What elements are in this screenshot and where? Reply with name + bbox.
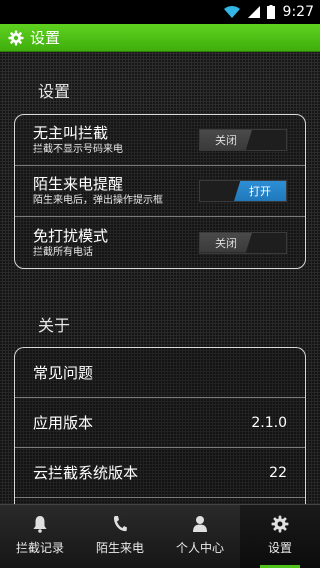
status-bar: 9:27 bbox=[0, 0, 320, 24]
setting-subtitle: 拦截不显示号码来电 bbox=[33, 144, 123, 155]
tab-label: 设置 bbox=[267, 541, 292, 555]
settings-heading: 设置 bbox=[38, 82, 71, 101]
toggle-label: 关闭 bbox=[200, 130, 252, 150]
setting-title: 免打扰模式 bbox=[33, 226, 109, 245]
bell-icon bbox=[33, 513, 47, 535]
no-caller-id-toggle[interactable]: 关闭 bbox=[199, 129, 287, 151]
about-label: 常见问题 bbox=[33, 364, 94, 382]
tab-settings[interactable]: 设置 bbox=[240, 505, 320, 568]
setting-subtitle: 陌生来电后，弹出操作提示框 bbox=[33, 195, 163, 206]
about-row-faq[interactable]: 常见问题 bbox=[15, 348, 305, 398]
person-icon bbox=[192, 513, 208, 535]
tab-block-records[interactable]: 拦截记录 bbox=[0, 505, 80, 568]
toggle-label: 打开 bbox=[234, 181, 286, 201]
about-row-cloud-version[interactable]: 云拦截系统版本 22 bbox=[15, 448, 305, 498]
tab-label: 个人中心 bbox=[175, 541, 224, 555]
page-title: 设置 bbox=[30, 29, 61, 47]
wifi-icon bbox=[223, 5, 241, 19]
tab-stranger-calls[interactable]: 陌生来电 bbox=[80, 505, 160, 568]
setting-row-no-caller-id: 无主叫拦截 拦截不显示号码来电 关闭 bbox=[15, 115, 305, 166]
battery-icon bbox=[266, 5, 275, 19]
settings-card: 无主叫拦截 拦截不显示号码来电 关闭 陌生来电提醒 陌生来电后，弹出操作提示框 … bbox=[14, 114, 306, 269]
tab-label: 拦截记录 bbox=[15, 541, 64, 555]
setting-row-do-not-disturb: 免打扰模式 拦截所有电话 关闭 bbox=[15, 217, 305, 268]
app-version-value: 2.1.0 bbox=[251, 414, 287, 431]
tab-personal-center[interactable]: 个人中心 bbox=[160, 505, 240, 568]
tab-label: 陌生来电 bbox=[95, 541, 144, 555]
setting-title: 陌生来电提醒 bbox=[33, 175, 124, 193]
about-heading: 关于 bbox=[38, 316, 71, 335]
signal-icon bbox=[247, 5, 261, 19]
setting-row-stranger-alert: 陌生来电提醒 陌生来电后，弹出操作提示框 打开 bbox=[15, 166, 305, 217]
about-label: 应用版本 bbox=[33, 414, 94, 432]
do-not-disturb-toggle[interactable]: 关闭 bbox=[199, 231, 287, 254]
setting-subtitle: 拦截所有电话 bbox=[33, 246, 93, 258]
gear-icon bbox=[271, 513, 289, 535]
stranger-alert-toggle[interactable]: 打开 bbox=[199, 180, 287, 202]
about-label: 云拦截系统版本 bbox=[33, 464, 139, 482]
gear-icon bbox=[8, 30, 24, 46]
cloud-version-value: 22 bbox=[269, 464, 287, 481]
tab-bar: 拦截记录 陌生来电 个人中心 设置 bbox=[0, 504, 320, 568]
phone-icon bbox=[112, 513, 128, 535]
about-row-app-version[interactable]: 应用版本 2.1.0 bbox=[15, 398, 305, 448]
toggle-label: 关闭 bbox=[200, 232, 252, 253]
about-card: 常见问题 应用版本 2.1.0 云拦截系统版本 22 bbox=[14, 347, 306, 519]
status-time: 9:27 bbox=[282, 4, 314, 20]
setting-title: 无主叫拦截 bbox=[33, 124, 109, 142]
title-bar: 设置 bbox=[0, 24, 320, 52]
